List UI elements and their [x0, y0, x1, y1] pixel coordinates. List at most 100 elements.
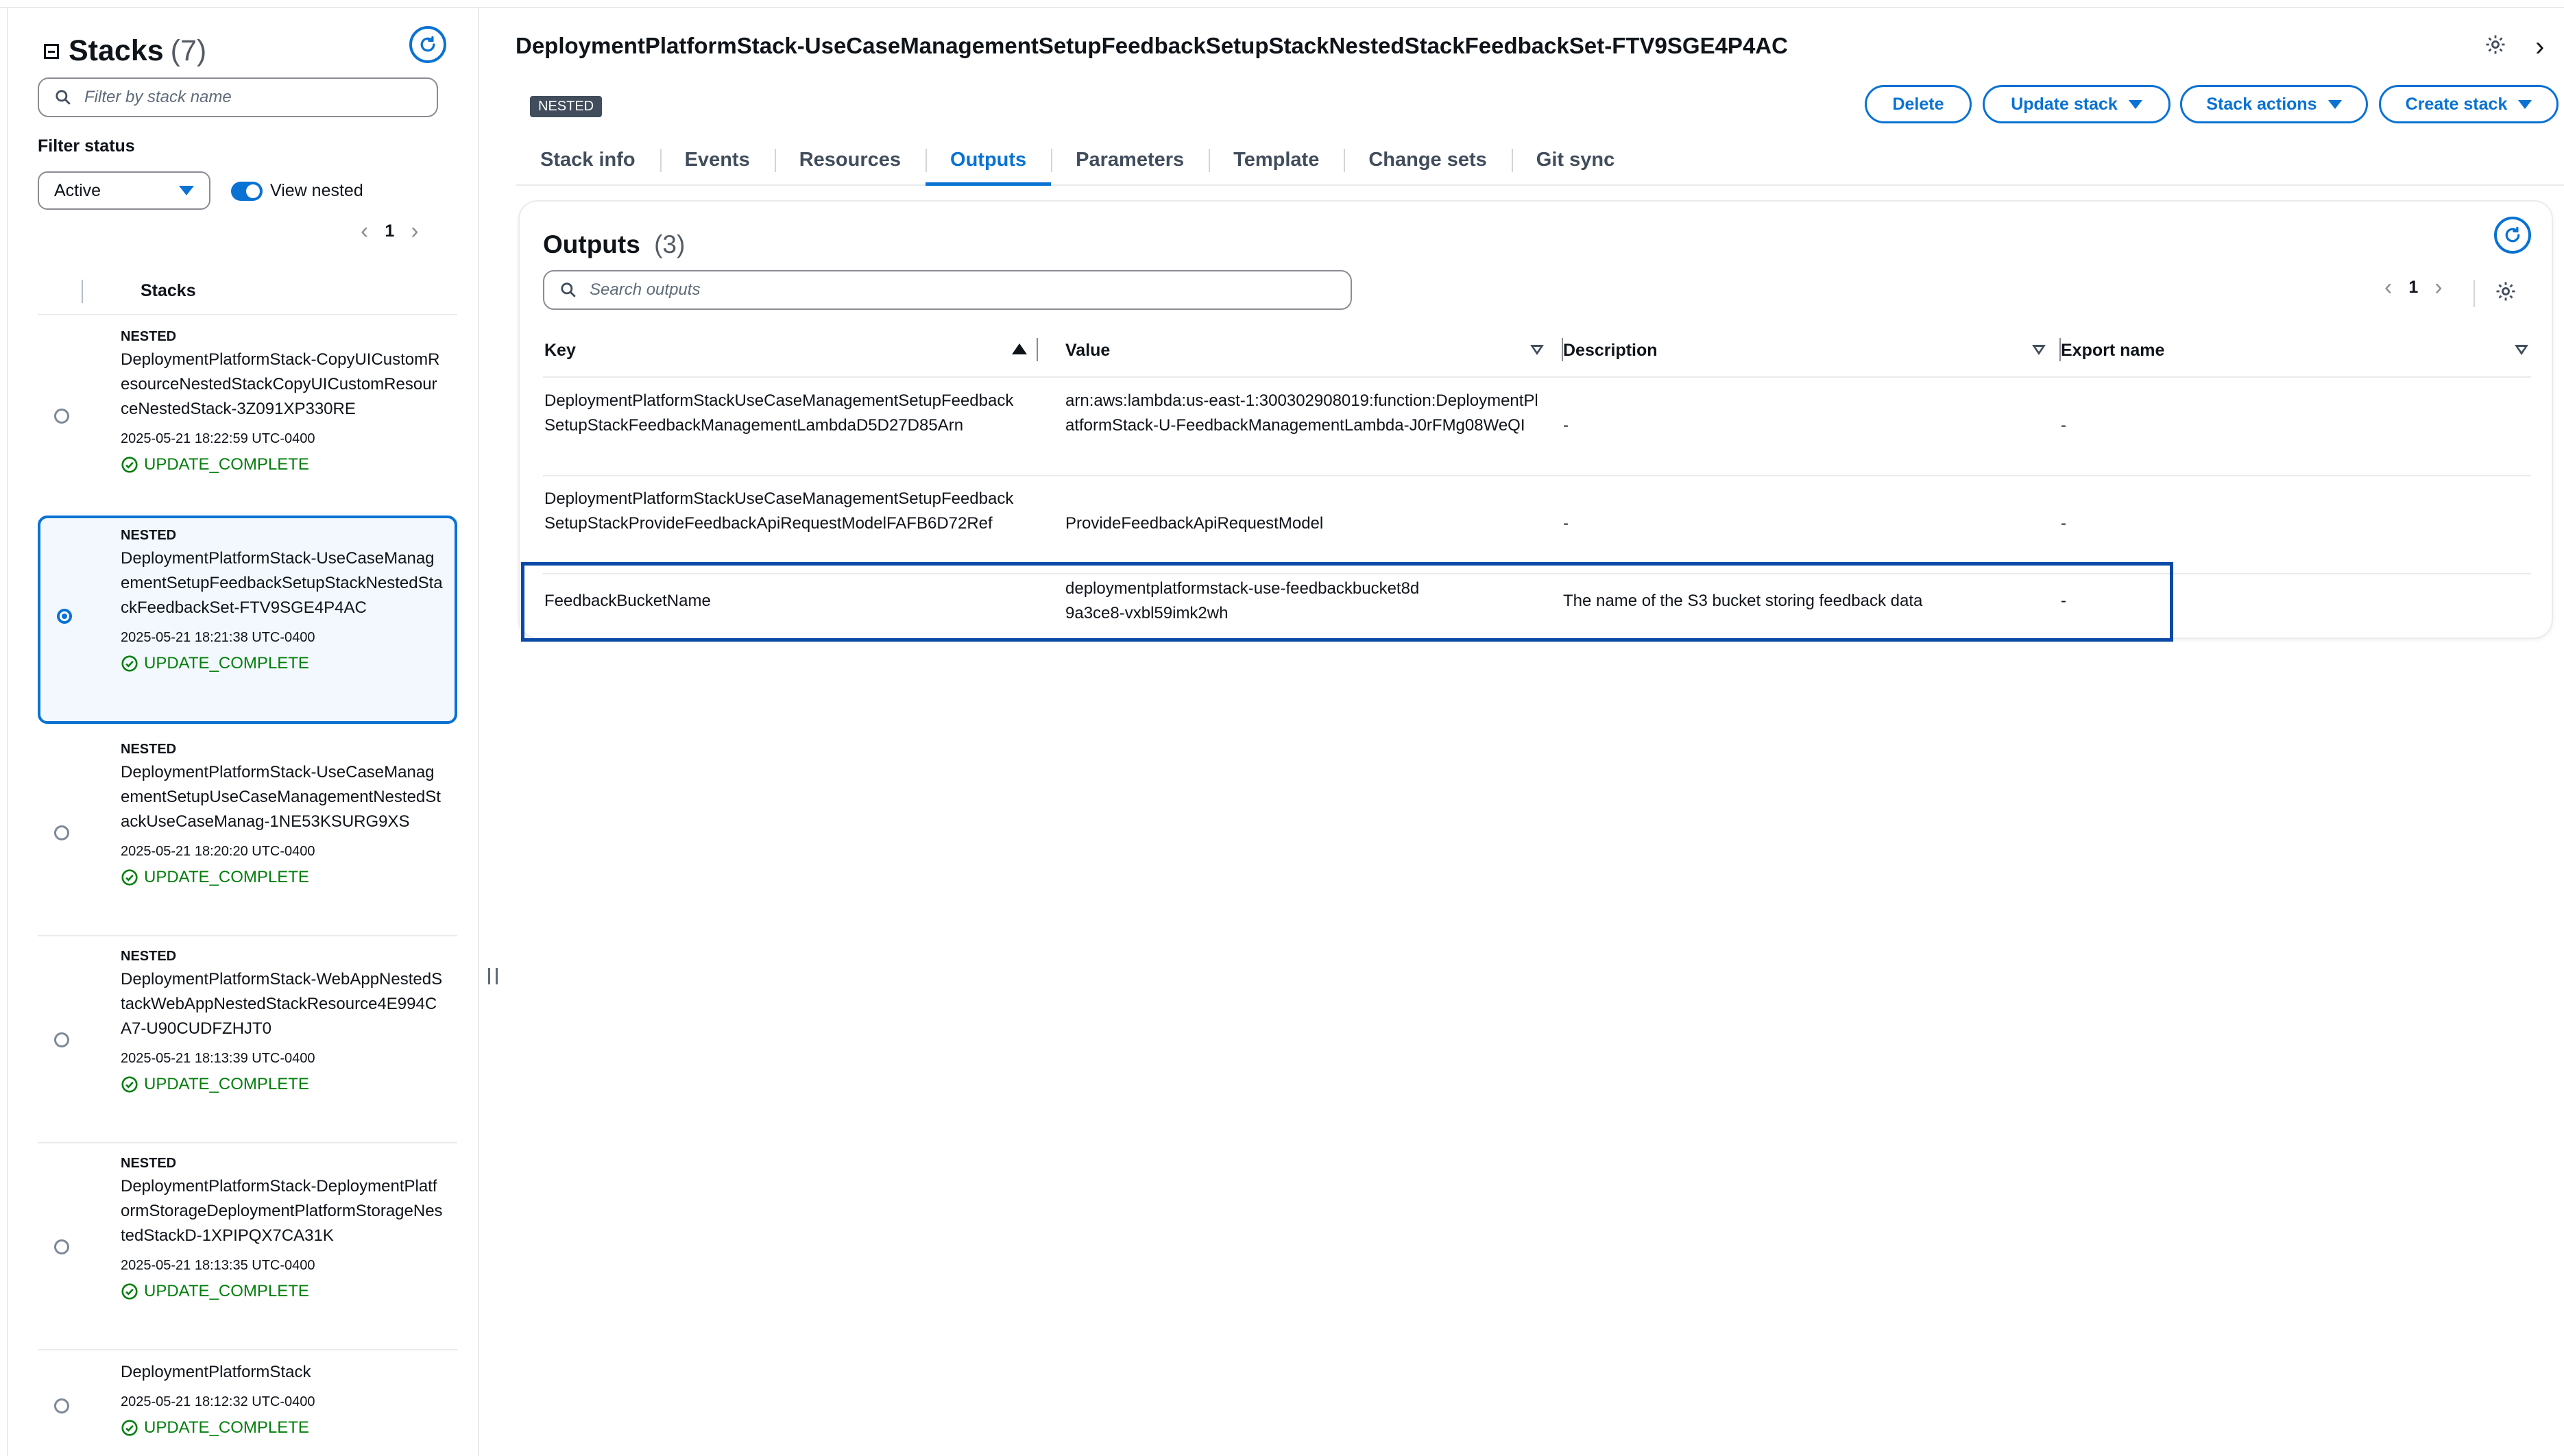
outputs-count: (3) [654, 230, 686, 258]
tab-parameters[interactable]: Parameters [1051, 135, 1209, 184]
nested-tag: NESTED [121, 528, 177, 543]
stack-radio[interactable] [54, 1032, 69, 1047]
stack-detail-panel: DeploymentPlatformStack-UseCaseManagemen… [480, 8, 2564, 1456]
outputs-search-input[interactable]: Search outputs [543, 270, 1352, 310]
column-separator [82, 280, 83, 303]
refresh-stacks-button[interactable] [409, 26, 446, 63]
stack-item-body: NESTED DeploymentPlatformStack-UseCaseMa… [121, 528, 443, 673]
stacks-column-label: Stacks [141, 281, 196, 300]
outputs-title-text: Outputs [543, 230, 640, 258]
stack-status: UPDATE_COMPLETE [121, 1075, 443, 1094]
stack-item-body: NESTED DeploymentPlatformStack-UseCaseMa… [121, 742, 443, 887]
status-text: UPDATE_COMPLETE [144, 868, 309, 886]
page-title: DeploymentPlatformStack-UseCaseManagemen… [516, 33, 1788, 58]
refresh-icon [420, 36, 435, 52]
refresh-outputs-button[interactable] [2494, 217, 2531, 254]
status-text: UPDATE_COMPLETE [144, 455, 309, 474]
stack-item-body: NESTED DeploymentPlatformStack-WebAppNes… [121, 949, 443, 1094]
update-stack-button[interactable]: Update stack [1983, 85, 2170, 123]
column-description-wrap: Description [1563, 341, 1658, 361]
tab-events[interactable]: Events [660, 135, 775, 184]
delete-button[interactable]: Delete [1865, 85, 1972, 123]
stack-radio[interactable] [54, 825, 69, 840]
gear-icon[interactable] [2494, 280, 2517, 306]
tab-template[interactable]: Template [1209, 135, 1344, 184]
table-row[interactable]: DeploymentPlatformStackUseCaseManagement… [543, 378, 2531, 476]
chevron-left-icon[interactable]: ‹ [2384, 274, 2392, 301]
filter-status-select[interactable]: Active [38, 171, 210, 210]
sort-descending-icon[interactable] [1530, 345, 1544, 355]
sidebar-pagination: ‹ 1 › [361, 218, 419, 245]
actions-label: Stack actions [2206, 94, 2317, 114]
chevron-left-icon[interactable]: ‹ [361, 218, 368, 245]
check-circle-icon [121, 869, 138, 886]
stack-name: DeploymentPlatformStack [121, 1363, 311, 1381]
stack-list-item[interactable]: NESTED DeploymentPlatformStack-Deploymen… [38, 1143, 457, 1350]
create-stack-button[interactable]: Create stack [2379, 85, 2559, 123]
tab-resources[interactable]: Resources [774, 135, 926, 184]
delete-label: Delete [1892, 94, 1944, 114]
sort-descending-icon[interactable] [2515, 345, 2528, 355]
sort-ascending-icon[interactable] [1012, 343, 1027, 354]
table-row-highlighted[interactable]: FeedbackBucketName deploymentplatformsta… [521, 562, 2173, 642]
outputs-card: Outputs (3) Search outputs ‹ 1 › Key Val… [518, 200, 2553, 642]
stack-list-item[interactable]: DeploymentPlatformStack 2025-05-21 18:12… [38, 1350, 457, 1453]
filter-status-value: Active [54, 180, 101, 200]
column-export-name[interactable]: Export name [2061, 341, 2164, 360]
stack-list-item[interactable]: NESTED DeploymentPlatformStack-WebAppNes… [38, 936, 457, 1143]
pagination-separator [2474, 280, 2475, 307]
tab-outputs[interactable]: Outputs [926, 135, 1052, 186]
stack-actions-button[interactable]: Stack actions [2180, 85, 2368, 123]
column-key[interactable]: Key [544, 341, 576, 361]
stack-item-body: NESTED DeploymentPlatformStack-CopyUICus… [121, 329, 443, 474]
table-row[interactable]: DeploymentPlatformStackUseCaseManagement… [543, 476, 2531, 574]
caret-down-icon [2518, 99, 2532, 109]
stack-item-body: DeploymentPlatformStack 2025-05-21 18:12… [121, 1360, 443, 1437]
page-number[interactable]: 1 [385, 221, 394, 241]
nested-tag: NESTED [121, 1156, 177, 1171]
status-text: UPDATE_COMPLETE [144, 1418, 309, 1437]
stack-name: DeploymentPlatformStack-CopyUICustomReso… [121, 350, 440, 418]
caret-down-icon [2327, 99, 2342, 109]
collapse-icon[interactable] [44, 43, 59, 59]
outputs-pagination: ‹ 1 › [2384, 274, 2443, 301]
gear-icon[interactable] [2484, 33, 2507, 60]
view-nested-toggle[interactable] [231, 182, 263, 201]
chevron-right-icon[interactable]: › [2434, 274, 2442, 301]
stack-list-item[interactable]: NESTED DeploymentPlatformStack-UseCaseMa… [38, 729, 457, 936]
stack-radio[interactable] [54, 1239, 69, 1254]
sidebar-title: Stacks (7) [44, 34, 206, 68]
stack-radio-selected[interactable] [57, 609, 72, 624]
output-export-name: - [2061, 416, 2066, 435]
column-separator[interactable] [1037, 338, 1038, 361]
tab-change-sets[interactable]: Change sets [1344, 135, 1511, 184]
stack-list-item-selected[interactable]: NESTED DeploymentPlatformStack-UseCaseMa… [38, 515, 457, 724]
chevron-right-icon[interactable]: › [2535, 32, 2544, 62]
page-number[interactable]: 1 [2408, 278, 2418, 298]
column-export-wrap: Export name [2061, 341, 2164, 361]
status-text: UPDATE_COMPLETE [144, 1075, 309, 1093]
check-circle-icon [121, 457, 138, 473]
stack-status: UPDATE_COMPLETE [121, 654, 443, 673]
stack-name: DeploymentPlatformStack-WebAppNestedStac… [121, 970, 443, 1038]
stack-list-item[interactable]: NESTED DeploymentPlatformStack-CopyUICus… [38, 315, 457, 521]
nested-badge: NESTED [530, 96, 603, 117]
chevron-right-icon[interactable]: › [411, 218, 418, 245]
nested-tag: NESTED [121, 949, 177, 964]
status-text: UPDATE_COMPLETE [144, 654, 309, 672]
column-description[interactable]: Description [1563, 341, 1658, 360]
stack-radio[interactable] [54, 409, 69, 424]
stack-name: DeploymentPlatformStack-DeploymentPlatfo… [121, 1177, 443, 1245]
output-description: - [1563, 514, 1569, 533]
search-placeholder: Search outputs [590, 280, 701, 299]
stack-filter-input[interactable]: Filter by stack name [38, 77, 438, 117]
tab-git-sync[interactable]: Git sync [1511, 135, 1639, 184]
tab-stack-info[interactable]: Stack info [516, 135, 660, 184]
sort-descending-icon[interactable] [2032, 345, 2046, 355]
check-circle-icon [121, 655, 138, 672]
stack-radio[interactable] [54, 1398, 69, 1413]
stacks-column-header: Stacks [38, 276, 457, 315]
column-value[interactable]: Value [1065, 341, 1110, 361]
search-icon [561, 282, 576, 298]
view-nested-label: View nested [270, 181, 363, 200]
